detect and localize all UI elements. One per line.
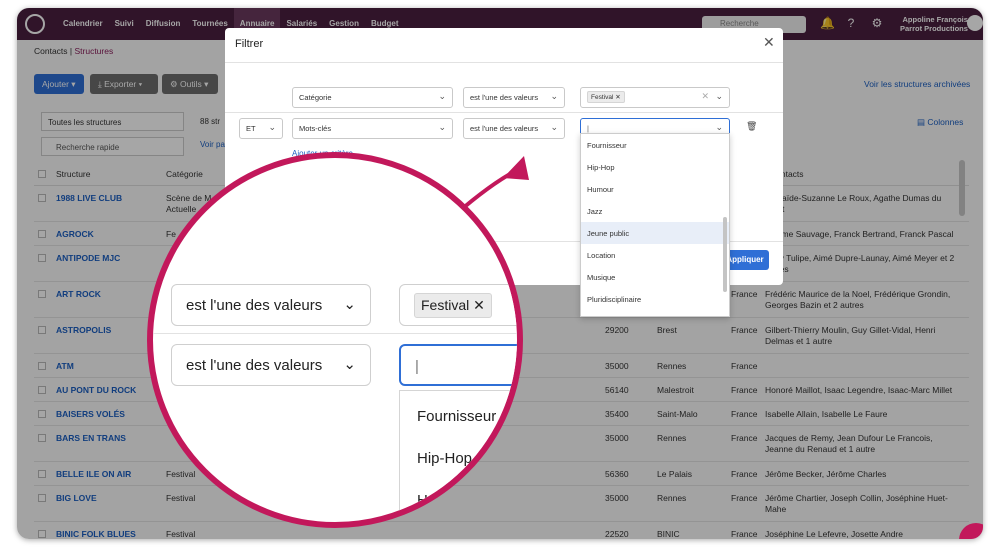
magnified-option-3: Hu	[417, 492, 437, 509]
magnified-value-input-2: |	[399, 344, 517, 386]
magnified-value-select-1: Festival ✕	[399, 284, 517, 326]
magnified-operator-select-1: est l'une des valeurs ⌄	[171, 284, 371, 326]
magnified-operator-select-2: est l'une des valeurs ⌄	[171, 344, 371, 386]
magnified-option-2: Hip-Hop	[417, 450, 473, 467]
screenshot-frame: Calendrier Suivi Diffusion Tournées Annu…	[17, 8, 983, 539]
magnifier-callout: est l'une des valeurs ⌄ Festival ✕ est l'…	[147, 152, 523, 528]
magnified-option-1: Fournisseur	[417, 408, 497, 425]
